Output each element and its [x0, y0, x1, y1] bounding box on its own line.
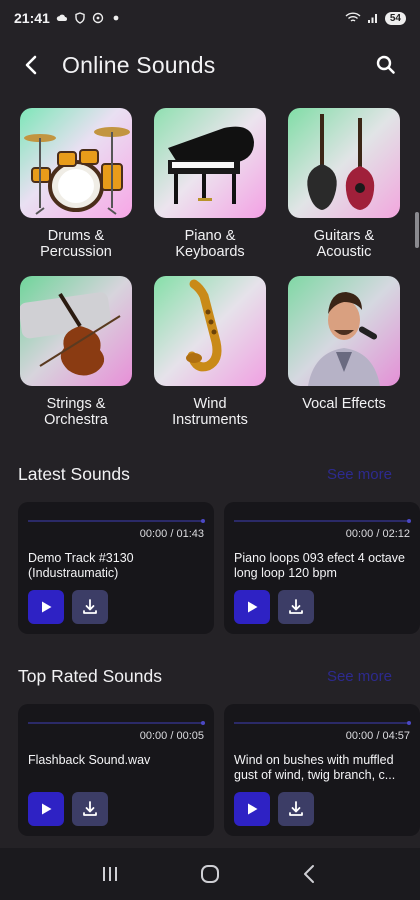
category-label: Guitars & Acoustic: [313, 228, 375, 260]
download-button[interactable]: [278, 590, 314, 624]
shield-icon: [75, 12, 85, 24]
play-icon: [42, 601, 52, 613]
fan-icon: [92, 12, 104, 24]
category-vocal[interactable]: Vocal Effects: [288, 276, 400, 430]
category-label: Wind Instruments: [172, 396, 248, 428]
page-title: Online Sounds: [62, 51, 216, 78]
track-name: Piano loops 093 efect 4 octave long loop…: [234, 551, 405, 580]
category-drums[interactable]: Drums & Percussion: [20, 108, 132, 262]
play-icon: [248, 803, 258, 815]
download-icon: [289, 599, 303, 614]
back-button[interactable]: [12, 45, 52, 85]
track-time: 00:00 / 02:12: [345, 528, 410, 540]
play-icon: [248, 601, 258, 613]
signal-icon: [367, 14, 377, 23]
arrow-left-icon: [25, 55, 37, 75]
play-button[interactable]: [234, 792, 270, 826]
see-more-link[interactable]: See more: [327, 668, 392, 685]
wifi-icon: [345, 12, 361, 22]
category-wind[interactable]: Wind Instruments: [154, 276, 266, 430]
download-button[interactable]: [72, 590, 108, 624]
violin-image: [20, 276, 132, 386]
search-button[interactable]: [366, 45, 406, 85]
progress-bar[interactable]: [234, 519, 411, 523]
drums-image: [20, 108, 132, 218]
dot-icon: [113, 15, 119, 21]
download-icon: [289, 801, 303, 816]
system-nav-bar: [0, 848, 420, 900]
play-button[interactable]: [28, 792, 64, 826]
chevron-left-icon: [304, 865, 314, 883]
section-title: Latest Sounds: [18, 464, 130, 484]
piano-image: [154, 108, 266, 218]
download-icon: [83, 599, 97, 614]
progress-bar[interactable]: [28, 519, 205, 523]
category-grid: Drums & Percussion Piano & Keyboards Gui…: [20, 108, 400, 430]
scrollbar[interactable]: [415, 212, 419, 248]
progress-bar[interactable]: [28, 721, 205, 725]
latest-sounds-header: Latest Sounds See more: [18, 464, 402, 485]
track-time: 00:00 / 01:43: [139, 528, 204, 540]
play-icon: [42, 803, 52, 815]
download-icon: [83, 801, 97, 816]
system-back-button[interactable]: [290, 854, 330, 894]
recent-apps-button[interactable]: [90, 854, 130, 894]
singer-image: [288, 276, 400, 386]
sound-card[interactable]: 00:00 / 04:57 Wind on bushes with muffle…: [224, 704, 420, 836]
home-button[interactable]: [190, 854, 230, 894]
status-bar: 21:41 54: [0, 0, 420, 36]
home-icon: [201, 865, 219, 883]
see-more-link[interactable]: See more: [327, 466, 392, 483]
guitars-image: [288, 108, 400, 218]
category-strings[interactable]: Strings & Orchestra: [20, 276, 132, 430]
category-label: Piano & Keyboards: [175, 228, 245, 260]
battery-indicator: 54: [384, 11, 406, 25]
category-label: Vocal Effects: [302, 396, 386, 412]
sound-card[interactable]: 00:00 / 02:12 Piano loops 093 efect 4 oc…: [224, 502, 420, 634]
app-header: Online Sounds: [0, 42, 420, 88]
latest-sounds-list: 00:00 / 01:43 Demo Track #3130 (Industra…: [18, 502, 420, 634]
track-time: 00:00 / 04:57: [345, 730, 410, 742]
download-button[interactable]: [72, 792, 108, 826]
category-label: Strings & Orchestra: [44, 396, 108, 428]
section-title: Top Rated Sounds: [18, 666, 162, 686]
play-button[interactable]: [28, 590, 64, 624]
recents-icon: [103, 867, 117, 881]
top-rated-list: 00:00 / 00:05 Flashback Sound.wav 00:00 …: [18, 704, 420, 836]
category-piano[interactable]: Piano & Keyboards: [154, 108, 266, 262]
sound-card[interactable]: 00:00 / 01:43 Demo Track #3130 (Industra…: [18, 502, 214, 634]
top-rated-header: Top Rated Sounds See more: [18, 666, 402, 687]
sound-card[interactable]: 00:00 / 00:05 Flashback Sound.wav: [18, 704, 214, 836]
progress-bar[interactable]: [234, 721, 411, 725]
search-icon: [376, 55, 395, 74]
category-label: Drums & Percussion: [40, 228, 112, 260]
cloud-icon: [56, 14, 67, 21]
track-time: 00:00 / 00:05: [139, 730, 204, 742]
track-name: Demo Track #3130 (Industraumatic): [28, 551, 134, 580]
status-time: 21:41: [14, 10, 50, 26]
play-button[interactable]: [234, 590, 270, 624]
saxophone-image: [154, 276, 266, 386]
download-button[interactable]: [278, 792, 314, 826]
track-name: Flashback Sound.wav: [28, 753, 151, 767]
track-name: Wind on bushes with muffled gust of wind…: [234, 753, 396, 782]
category-guitars[interactable]: Guitars & Acoustic: [288, 108, 400, 262]
